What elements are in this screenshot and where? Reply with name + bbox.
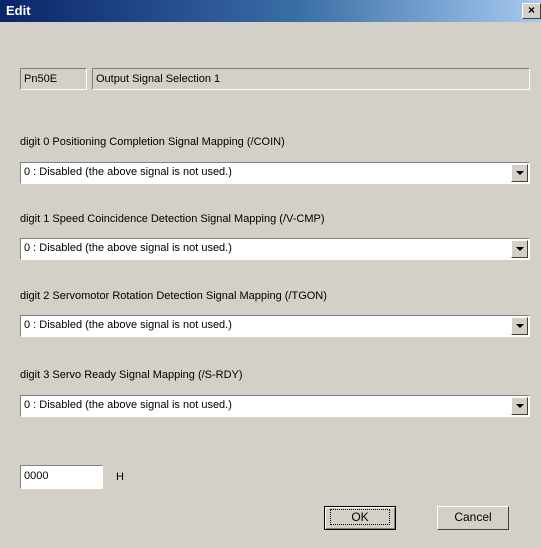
chevron-down-icon[interactable] — [511, 164, 528, 182]
hex-unit-label: H — [116, 471, 124, 483]
digit-3-select[interactable]: 0 : Disabled (the above signal is not us… — [20, 395, 530, 417]
chevron-down-icon[interactable] — [511, 317, 528, 335]
digit-2-select[interactable]: 0 : Disabled (the above signal is not us… — [20, 315, 530, 337]
hex-value-input[interactable]: 0000 — [20, 465, 103, 489]
close-icon: × — [527, 3, 535, 17]
ok-button[interactable]: OK — [324, 506, 396, 530]
window-title: Edit — [6, 3, 31, 18]
parameter-number: Pn50E — [20, 68, 87, 90]
digit-1-value: 0 : Disabled (the above signal is not us… — [24, 242, 232, 254]
digit-3-label: digit 3 Servo Ready Signal Mapping (/S-R… — [20, 369, 243, 381]
title-bar: Edit × — [0, 0, 541, 22]
digit-1-label: digit 1 Speed Coincidence Detection Sign… — [20, 213, 325, 225]
digit-1-select[interactable]: 0 : Disabled (the above signal is not us… — [20, 238, 530, 260]
digit-0-label: digit 0 Positioning Completion Signal Ma… — [20, 136, 285, 148]
digit-2-label: digit 2 Servomotor Rotation Detection Si… — [20, 290, 327, 302]
digit-0-select[interactable]: 0 : Disabled (the above signal is not us… — [20, 162, 530, 184]
digit-2-value: 0 : Disabled (the above signal is not us… — [24, 319, 232, 331]
chevron-down-icon[interactable] — [511, 240, 528, 258]
cancel-button[interactable]: Cancel — [437, 506, 509, 530]
chevron-down-icon[interactable] — [511, 397, 528, 415]
digit-3-value: 0 : Disabled (the above signal is not us… — [24, 399, 232, 411]
parameter-name: Output Signal Selection 1 — [92, 68, 530, 90]
ok-button-label: OK — [330, 509, 390, 525]
cancel-button-label: Cancel — [454, 510, 492, 524]
digit-0-value: 0 : Disabled (the above signal is not us… — [24, 166, 232, 178]
close-button[interactable]: × — [522, 3, 541, 19]
